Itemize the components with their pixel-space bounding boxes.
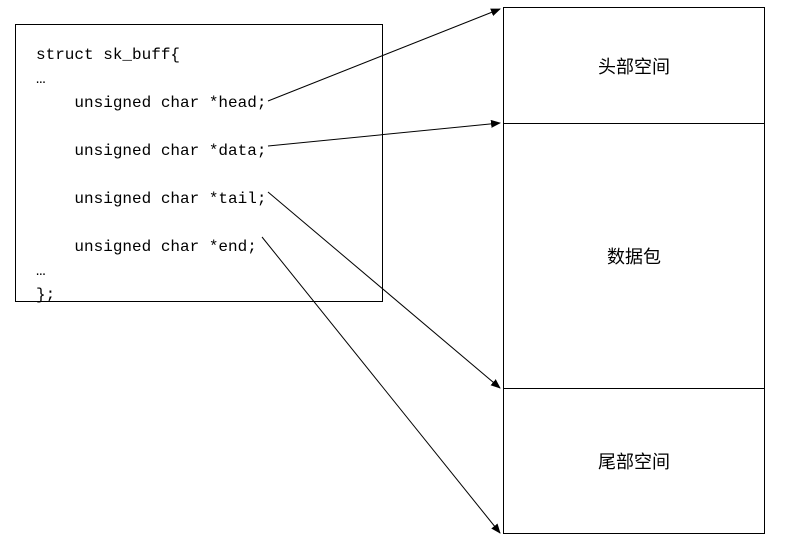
field-head: unsigned char *head; xyxy=(36,91,372,115)
field-tail-text: unsigned char *tail; xyxy=(74,190,266,208)
region-head: 头部空间 xyxy=(504,8,764,123)
ellipsis-top: … xyxy=(36,67,372,91)
field-head-text: unsigned char *head; xyxy=(74,94,266,112)
diagram-root: struct sk_buff{… unsigned char *head; un… xyxy=(0,0,789,550)
struct-decl: struct sk_buff{ xyxy=(36,43,372,67)
region-data-label: 数据包 xyxy=(607,243,661,269)
struct-code-box: struct sk_buff{… unsigned char *head; un… xyxy=(15,24,383,302)
region-head-label: 头部空间 xyxy=(598,53,670,79)
field-end: unsigned char *end; xyxy=(36,235,372,259)
field-data-text: unsigned char *data; xyxy=(74,142,266,160)
ellipsis-bottom: … xyxy=(36,259,372,283)
region-tail: 尾部空间 xyxy=(504,388,764,533)
field-tail: unsigned char *tail; xyxy=(36,187,372,211)
region-data: 数据包 xyxy=(504,123,764,388)
field-end-text: unsigned char *end; xyxy=(74,238,256,256)
struct-close: }; xyxy=(36,283,372,307)
region-tail-label: 尾部空间 xyxy=(598,448,670,474)
buffer-layout: 头部空间 数据包 尾部空间 xyxy=(503,7,765,534)
field-data: unsigned char *data; xyxy=(36,139,372,163)
